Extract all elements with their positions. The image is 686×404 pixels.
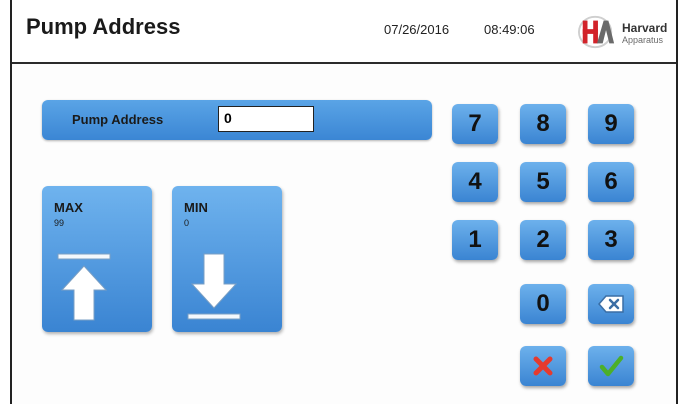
confirm-button[interactable] [588,346,634,386]
min-label: MIN [184,200,208,215]
page-title: Pump Address [26,14,181,39]
pump-address-input[interactable]: 0 [218,106,314,132]
key-3[interactable]: 3 [588,220,634,260]
pump-address-label: Pump Address [72,112,164,127]
arrow-down-to-bar-icon [187,253,241,320]
key-4[interactable]: 4 [452,162,498,202]
pump-address-bar: Pump Address 0 [42,100,432,140]
key-6[interactable]: 6 [588,162,634,202]
max-button[interactable]: MAX 99 [42,186,152,332]
key-2[interactable]: 2 [520,220,566,260]
arrow-up-to-bar-icon [57,253,111,321]
cancel-button[interactable] [520,346,566,386]
max-label: MAX [54,200,83,215]
pump-address-screen: Pump Address 07/26/2016 08:49:06 Harvard… [10,0,678,404]
backspace-button[interactable] [588,284,634,324]
key-7[interactable]: 7 [452,104,498,144]
logo-name: Harvard [622,21,668,35]
confirm-icon [599,355,624,377]
key-5[interactable]: 5 [520,162,566,202]
key-9[interactable]: 9 [588,104,634,144]
backspace-icon [598,295,624,313]
min-button[interactable]: MIN 0 [172,186,282,332]
key-0[interactable]: 0 [520,284,566,324]
logo-subname: Apparatus [622,35,664,45]
time-display: 08:49:06 [484,22,535,37]
date-display: 07/26/2016 [384,22,450,37]
logo-mark-icon [578,15,615,49]
key-1[interactable]: 1 [452,220,498,260]
header-bar: Pump Address 07/26/2016 08:49:06 Harvard… [12,0,676,64]
min-value: 0 [184,218,190,228]
key-8[interactable]: 8 [520,104,566,144]
max-value: 99 [54,218,65,228]
harvard-apparatus-logo: Harvard Apparatus [578,14,676,50]
cancel-icon [533,356,553,376]
